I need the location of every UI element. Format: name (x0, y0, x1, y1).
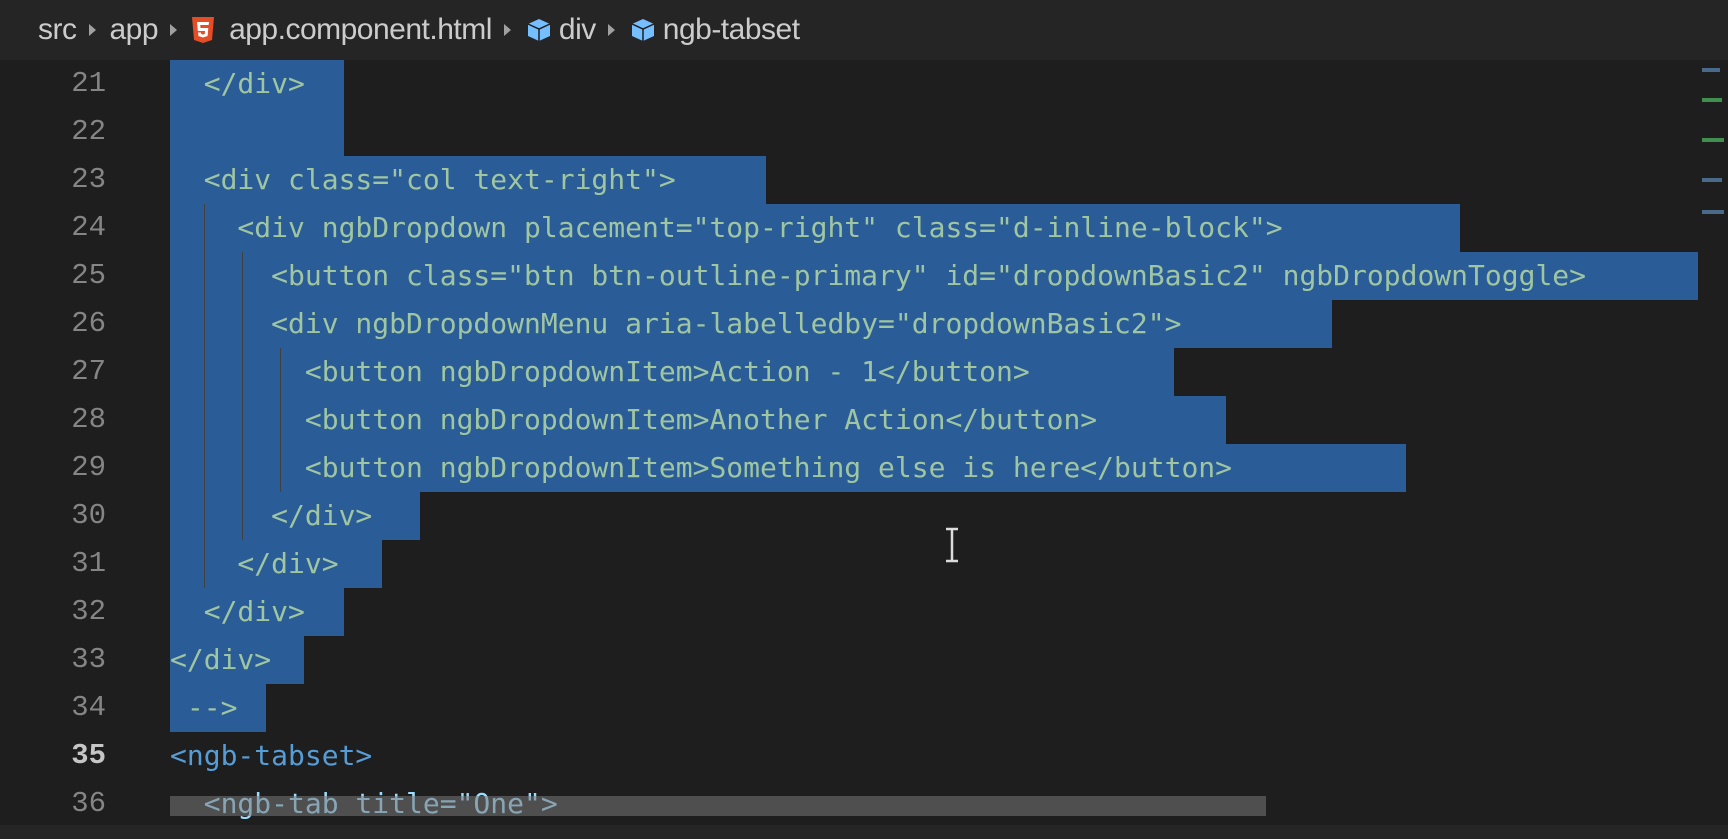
code-line: <button ngbDropdownItem>Action - 1</butt… (170, 355, 1030, 388)
code-line: </div> (170, 547, 339, 580)
bottom-edge (0, 825, 1728, 839)
code-line: </div> (170, 67, 305, 100)
breadcrumb-label: app.component.html (229, 13, 492, 46)
minimap[interactable] (1698, 60, 1728, 825)
selection-highlight (190, 108, 344, 156)
chevron-right-icon (607, 24, 615, 36)
line-number: 21 (71, 67, 106, 100)
line-number: 26 (71, 307, 106, 340)
breadcrumb-item-ngb-tabset[interactable]: ngb-tabset (629, 13, 800, 47)
code-line-active: <ngb-tabset> (170, 739, 373, 772)
code-line: <button ngbDropdownItem>Something else i… (170, 451, 1233, 484)
line-number-gutter: 21 22 23 24 25 26 27 28 29 30 31 32 33 3… (0, 60, 140, 825)
code-line: <div ngbDropdownMenu aria-labelledby="dr… (170, 307, 1182, 340)
code-line: <button class="btn btn-outline-primary" … (170, 259, 1587, 292)
breadcrumb-item-file[interactable]: app.component.html (191, 13, 492, 47)
line-number: 23 (71, 163, 106, 196)
line-number: 25 (71, 259, 106, 292)
breadcrumb-item-src[interactable]: src (38, 13, 77, 47)
minimap-line (1702, 178, 1722, 182)
chevron-right-icon (170, 24, 178, 36)
code-line: </div> (170, 643, 272, 676)
breadcrumb-label: ngb-tabset (662, 13, 800, 46)
breadcrumb-label: src (38, 13, 77, 46)
line-number: 31 (71, 547, 106, 580)
line-number: 24 (71, 211, 106, 244)
line-number: 32 (71, 595, 106, 628)
line-number: 29 (71, 451, 106, 484)
cube-icon (527, 19, 551, 41)
breadcrumb-label: div (558, 13, 596, 46)
html5-icon (192, 17, 215, 43)
minimap-line (1702, 68, 1720, 72)
minimap-line (1702, 98, 1722, 102)
line-number: 33 (71, 643, 106, 676)
minimap-line (1702, 210, 1724, 214)
line-number: 36 (71, 787, 106, 820)
chevron-right-icon (88, 24, 96, 36)
line-number: 27 (71, 355, 106, 388)
code-line: <div ngbDropdown placement="top-right" c… (170, 211, 1283, 244)
chevron-right-icon (503, 24, 511, 36)
code-line: </div> (170, 499, 373, 532)
line-number: 28 (71, 403, 106, 436)
line-number: 22 (71, 115, 106, 148)
cube-icon (631, 19, 655, 41)
line-number: 34 (71, 691, 106, 724)
code-line: --> (170, 691, 238, 724)
code-area[interactable]: </div> <div class="col text-right"> <div… (170, 60, 1700, 825)
selection-highlight (170, 108, 190, 156)
code-line: <button ngbDropdownItem>Another Action</… (170, 403, 1098, 436)
line-number: 30 (71, 499, 106, 532)
breadcrumb-label: app (109, 13, 159, 46)
breadcrumb-item-app[interactable]: app (110, 13, 159, 47)
code-line: <div class="col text-right"> (170, 163, 676, 196)
breadcrumb: src app app.component.html div ngb-tabse… (0, 0, 1728, 60)
text-cursor-icon (946, 527, 958, 563)
code-line: </div> (170, 595, 305, 628)
minimap-line (1702, 138, 1724, 142)
code-editor[interactable]: 21 22 23 24 25 26 27 28 29 30 31 32 33 3… (0, 60, 1728, 825)
breadcrumb-item-div[interactable]: div (525, 13, 596, 47)
horizontal-scrollbar[interactable] (170, 796, 1266, 816)
line-number-active: 35 (71, 739, 106, 772)
